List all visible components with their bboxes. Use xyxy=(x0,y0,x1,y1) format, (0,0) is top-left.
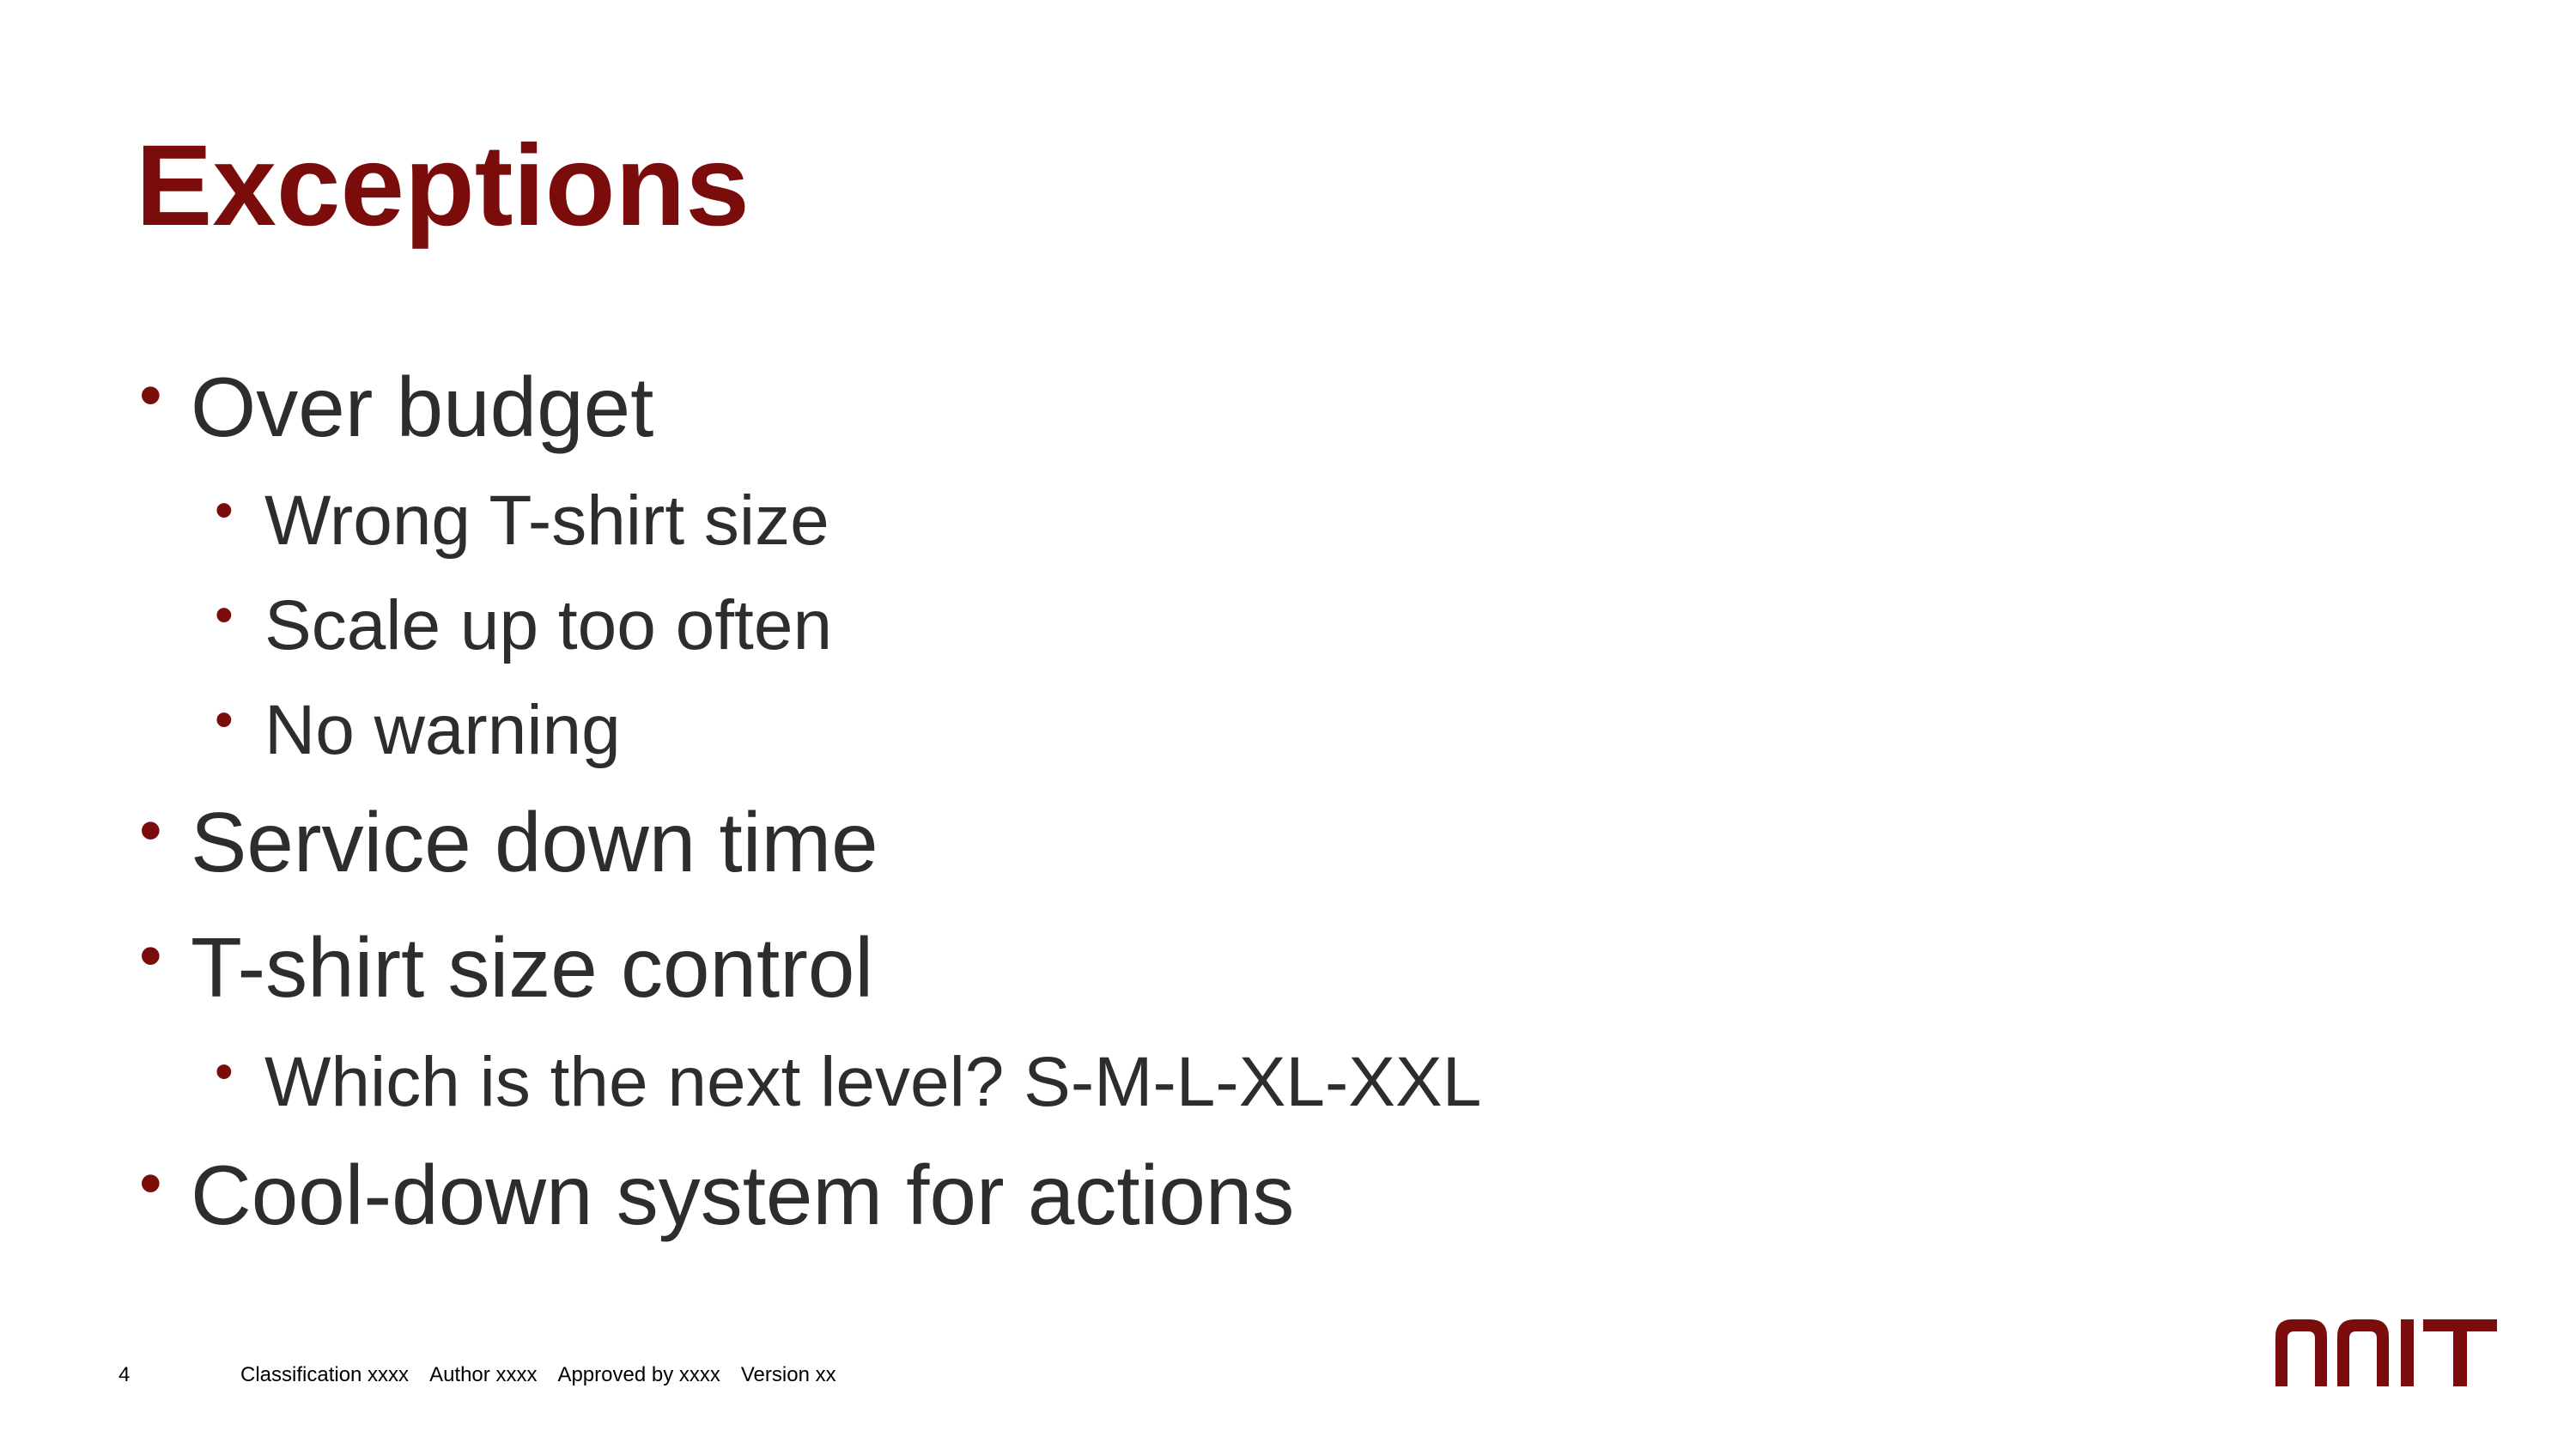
sub-bullet-item: • No warning xyxy=(215,694,621,766)
footer-classification: Classification xxxx xyxy=(240,1363,410,1386)
footer-metadata: Classification xxxx Author xxxx Approved b… xyxy=(240,1363,857,1387)
bullet-text: No warning xyxy=(264,691,621,769)
footer-author: Author xxxx xyxy=(429,1363,538,1386)
bullet-text: T-shirt size control xyxy=(191,920,874,1015)
nnit-logo xyxy=(2275,1319,2497,1386)
slide: Exceptions • Over budget • Wrong T-shirt… xyxy=(0,0,2576,1449)
bullet-marker: • xyxy=(139,359,162,432)
bullet-marker: • xyxy=(215,690,234,749)
footer-version: Version xx xyxy=(740,1363,836,1386)
bullet-marker: • xyxy=(139,919,162,992)
bullet-text: Over budget xyxy=(191,360,654,454)
bullet-text: Service down time xyxy=(191,795,878,889)
bullet-text: Wrong T-shirt size xyxy=(264,482,829,560)
bullet-item: • Cool-down system for actions xyxy=(139,1151,1294,1238)
bullet-list: • Over budget • Wrong T-shirt size • Sca… xyxy=(0,0,2576,1288)
bullet-marker: • xyxy=(139,794,162,867)
bullet-marker: • xyxy=(215,585,234,645)
bullet-marker: • xyxy=(139,1147,162,1220)
sub-bullet-item: • Scale up too often xyxy=(215,589,832,661)
bullet-marker: • xyxy=(215,1042,234,1101)
bullet-text: Scale up too often xyxy=(264,586,833,664)
sub-bullet-item: • Which is the next level? S-M-L-XL-XXL xyxy=(215,1046,1481,1118)
bullet-marker: • xyxy=(215,481,234,540)
bullet-item: • T-shirt size control xyxy=(139,924,873,1010)
bullet-text: Cool-down system for actions xyxy=(191,1148,1295,1242)
footer-approved-by: Approved by xxxx xyxy=(557,1363,720,1386)
bullet-item: • Over budget xyxy=(139,363,653,450)
sub-bullet-item: • Wrong T-shirt size xyxy=(215,484,829,556)
page-number: 4 xyxy=(118,1363,131,1386)
bullet-text: Which is the next level? S-M-L-XL-XXL xyxy=(264,1043,1482,1121)
bullet-item: • Service down time xyxy=(139,798,878,885)
